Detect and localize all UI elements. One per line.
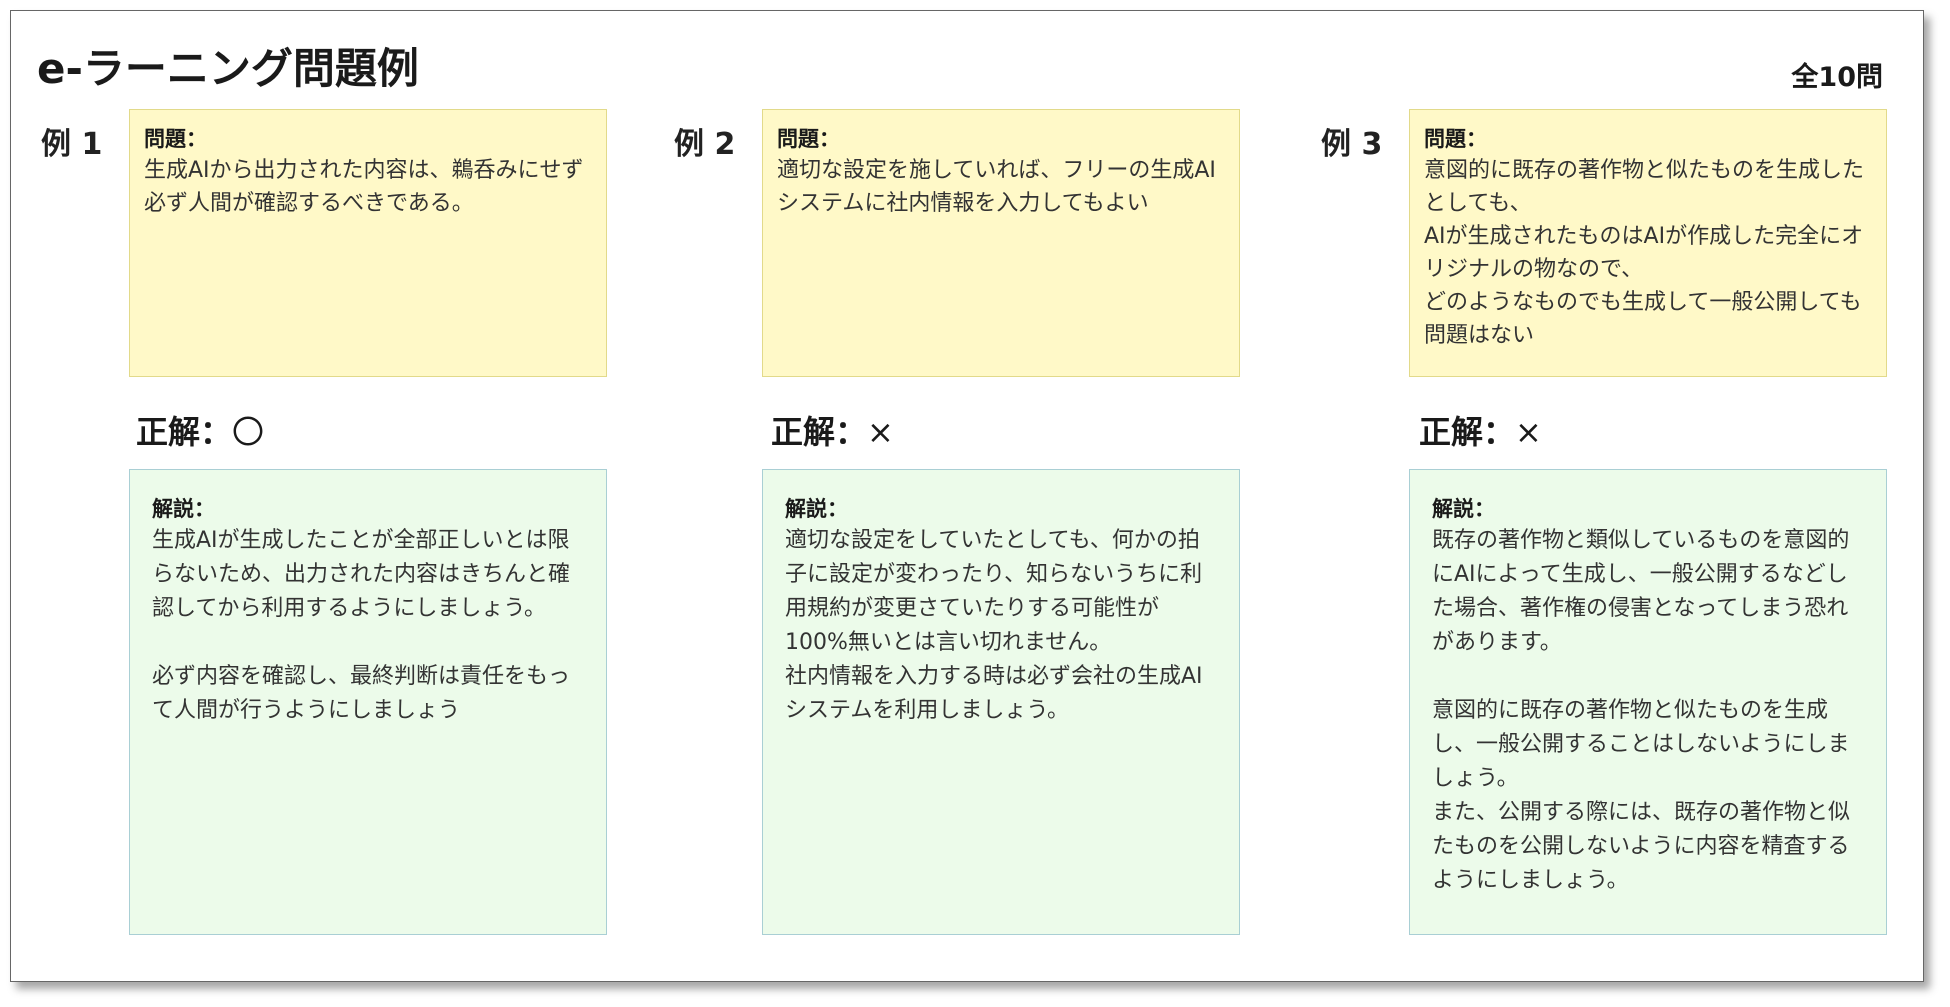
slide: e-ラーニング問題例 全10問 例 1 問題： 生成AIから出力された内容は、鵜…: [10, 10, 1924, 982]
question-heading: 問題：: [777, 127, 840, 151]
page-title: e-ラーニング問題例: [37, 44, 419, 93]
answer-label: 正解：: [136, 413, 233, 451]
example-label-2: 例 2: [674, 127, 736, 162]
question-count: 全10問: [1791, 62, 1883, 93]
answer-2: 正解：×: [771, 407, 894, 453]
explanation-text: 既存の著作物と類似しているものを意図的にAIによって生成し、一般公開するなどした…: [1432, 528, 1851, 893]
question-text: 生成AIから出力された内容は、鵜呑みにせず必ず人間が確認するべきである。: [144, 158, 584, 216]
question-heading: 問題：: [144, 127, 207, 151]
answer-mark: ×: [867, 413, 894, 451]
question-box-2: 問題： 適切な設定を施していれば、フリーの生成AIシステムに社内情報を入力しても…: [762, 109, 1240, 377]
answer-1: 正解：〇: [136, 407, 264, 453]
explanation-heading: 解説：: [785, 497, 848, 521]
answer-3: 正解：×: [1419, 407, 1542, 453]
answer-mark: ×: [1515, 413, 1542, 451]
question-box-3: 問題： 意図的に既存の著作物と似たものを生成したとしても、 AIが生成されたもの…: [1409, 109, 1887, 377]
explanation-box-2: 解説： 適切な設定をしていたとしても、何かの拍子に設定が変わったり、知らないうち…: [762, 469, 1240, 935]
example-label-1: 例 1: [41, 127, 103, 162]
explanation-text: 適切な設定をしていたとしても、何かの拍子に設定が変わったり、知らないうちに利用規…: [785, 528, 1203, 723]
explanation-heading: 解説：: [152, 497, 215, 521]
explanation-text: 生成AIが生成したことが全部正しいとは限らないため、出力された内容はきちんと確認…: [152, 528, 571, 723]
answer-label: 正解：: [771, 413, 868, 451]
explanation-box-3: 解説： 既存の著作物と類似しているものを意図的にAIによって生成し、一般公開する…: [1409, 469, 1887, 935]
question-text: 意図的に既存の著作物と似たものを生成したとしても、 AIが生成されたものはAIが…: [1424, 158, 1865, 348]
answer-mark: 〇: [232, 413, 265, 451]
question-text: 適切な設定を施していれば、フリーの生成AIシステムに社内情報を入力してもよい: [777, 158, 1216, 216]
answer-label: 正解：: [1419, 413, 1516, 451]
question-heading: 問題：: [1424, 127, 1487, 151]
explanation-box-1: 解説： 生成AIが生成したことが全部正しいとは限らないため、出力された内容はきち…: [129, 469, 607, 935]
example-label-3: 例 3: [1321, 127, 1383, 162]
question-box-1: 問題： 生成AIから出力された内容は、鵜呑みにせず必ず人間が確認するべきである。: [129, 109, 607, 377]
explanation-heading: 解説：: [1432, 497, 1495, 521]
